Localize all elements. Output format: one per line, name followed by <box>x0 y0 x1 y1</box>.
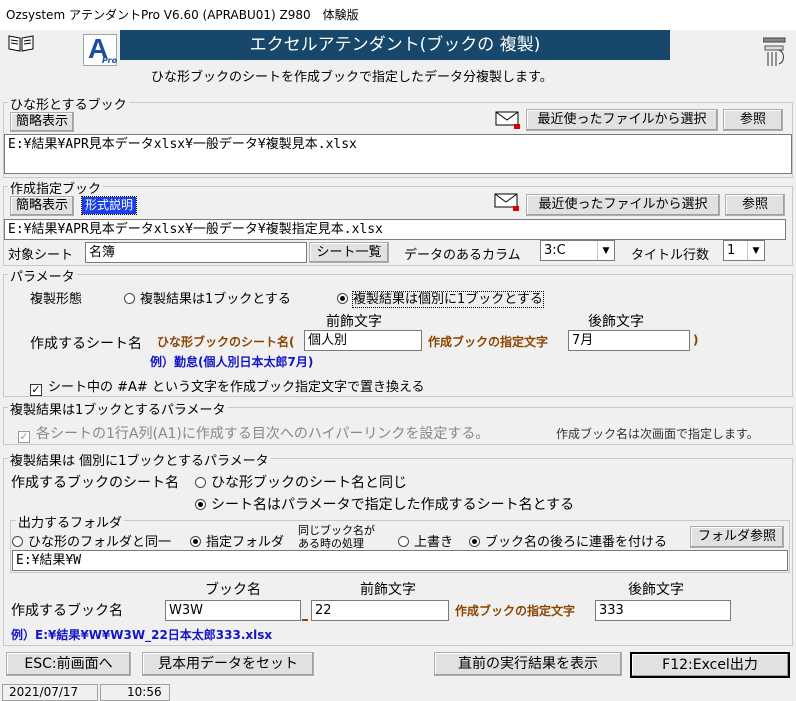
template-short-display-button[interactable]: 簡略表示 <box>10 112 74 132</box>
data-column-value: 3:C <box>544 243 566 258</box>
radio-sheet-param[interactable]: シート名はパラメータで指定した作成するシート名とする <box>195 494 574 514</box>
format-description-button[interactable]: 形式説明 <box>80 196 138 215</box>
radio-each-book-label: 複製結果は個別に1ブックとする <box>352 291 544 308</box>
target-sheet-field[interactable]: 名簿 <box>85 242 307 263</box>
spec-browse-button[interactable]: 参照 <box>725 194 785 216</box>
template-path-field[interactable]: E:¥結果¥APR見本データxlsx¥一般データ¥複製見本.xlsx <box>4 134 792 174</box>
chevron-down-icon[interactable]: ▼ <box>597 241 614 260</box>
radio-button[interactable] <box>195 499 206 510</box>
title-rows-label: タイトル行数 <box>631 248 710 263</box>
output-folder-group-label: 出力するフォルダ <box>16 512 125 531</box>
title-rows-value: 1 <box>727 243 736 258</box>
mail-icon <box>493 191 521 211</box>
status-time: 10:56 <box>100 684 170 701</box>
hyperlink-check-label: 各シートの1行A列(A1)に作成する目次へのハイパーリンクを設定する。 <box>36 426 490 442</box>
last-result-button[interactable]: 直前の実行結果を表示 <box>434 652 622 676</box>
excel-output-button[interactable]: F12:Excel出力 <box>630 652 790 678</box>
spec-recent-file-button[interactable]: 最近使ったファイルから選択 <box>526 194 720 216</box>
template-recent-file-button[interactable]: 最近使ったファイルから選択 <box>526 109 718 131</box>
radio-one-book-label: 複製結果は1ブックとする <box>140 292 291 307</box>
params-group-label: パラメータ <box>8 266 77 285</box>
book-name-header: ブック名 <box>205 582 261 598</box>
radio-button[interactable] <box>190 536 201 547</box>
page-title: エクセルアテンダント(ブックの 複製) <box>120 30 670 60</box>
close-paren: ) <box>693 333 699 347</box>
status-date: 2021/07/17 <box>2 684 98 701</box>
one-book-params-group-label: 複製結果は1ブックとするパラメータ <box>8 399 228 418</box>
underscore-mark <box>302 619 308 621</box>
app-logo: A Pro <box>83 33 118 66</box>
title-rows-select[interactable]: 1 ▼ <box>723 240 765 261</box>
spec-path-field[interactable]: E:¥結果¥APR見本データxlsx¥一般データ¥複製指定見本.xlsx <box>4 219 786 240</box>
book-sheet-label: 作成するブックのシート名 <box>11 475 179 491</box>
same-name-label-2: ある時の処理 <box>298 537 364 550</box>
one-book-note: 作成ブック名は次画面で指定します。 <box>556 427 759 441</box>
dup-mode-label: 複製形態 <box>30 292 83 307</box>
book-name-field[interactable]: W3W <box>165 600 301 621</box>
radio-sheet-param-label: シート名はパラメータで指定した作成するシート名とする <box>211 497 575 513</box>
radio-button[interactable] <box>469 536 480 547</box>
checkbox-checked-icon: ✓ <box>18 430 30 443</box>
radio-same-folder[interactable]: ひな形のフォルダと同一 <box>12 531 171 550</box>
book-suffix-field[interactable]: 333 <box>595 600 731 621</box>
clipboard-icon[interactable] <box>762 34 787 68</box>
radio-serial-label: ブック名の後ろに連番を付ける <box>485 535 668 550</box>
template-sheet-name-text: ひな形ブックのシート名( <box>157 335 295 349</box>
mail-icon <box>494 109 522 129</box>
sheet-name-label: 作成するシート名 <box>30 336 142 352</box>
book-prefix-header: 前飾文字 <box>360 582 416 598</box>
template-browse-button[interactable]: 参照 <box>723 109 783 131</box>
radio-sheet-same[interactable]: ひな形ブックのシート名と同じ <box>195 472 407 492</box>
radio-button[interactable] <box>124 293 135 304</box>
window-title: Ozsystem アテンダントPro V6.60 (APRABU01) Z980… <box>0 0 796 30</box>
radio-one-book[interactable]: 複製結果は1ブックとする <box>124 288 291 307</box>
radio-overwrite[interactable]: 上書き <box>398 531 453 550</box>
book-suffix-header: 後飾文字 <box>628 582 684 598</box>
hyperlink-check: ✓ 各シートの1行A列(A1)に作成する目次へのハイパーリンクを設定する。 <box>18 423 489 443</box>
radio-spec-folder-label: 指定フォルダ <box>206 535 285 550</box>
radio-spec-folder[interactable]: 指定フォルダ <box>190 531 284 550</box>
book-icon[interactable] <box>8 34 34 52</box>
radio-button[interactable] <box>195 477 206 488</box>
sheet-prefix-field[interactable]: 個人別 <box>304 330 422 351</box>
replace-check[interactable]: ✓ シート中の #A# という文字を作成ブック指定文字で置き換える <box>30 376 425 396</box>
chevron-down-icon[interactable]: ▼ <box>747 241 764 260</box>
spec-short-display-button[interactable]: 簡略表示 <box>10 196 74 216</box>
checkbox-checked-icon[interactable]: ✓ <box>30 384 42 396</box>
data-column-select[interactable]: 3:C ▼ <box>540 240 615 261</box>
radio-button[interactable] <box>337 293 348 304</box>
folder-browse-button[interactable]: フォルダ参照 <box>690 526 784 548</box>
template-book-group-label: ひな形とするブック <box>8 94 129 113</box>
radio-each-book[interactable]: 複製結果は個別に1ブックとする <box>337 288 544 308</box>
radio-button[interactable] <box>12 536 23 547</box>
radio-same-folder-label: ひな形のフォルダと同一 <box>28 535 172 550</box>
params-prefix-header: 前飾文字 <box>326 314 382 330</box>
spec-book-group-label: 作成指定ブック <box>8 178 104 197</box>
params-suffix-header: 後飾文字 <box>588 314 644 330</box>
radio-serial[interactable]: ブック名の後ろに連番を付ける <box>469 531 667 550</box>
book-name-example: 例）E:¥結果¥W¥W3W_22日本太郎333.xlsx <box>11 628 273 642</box>
sheet-suffix-field[interactable]: 7月 <box>568 330 690 351</box>
data-column-label: データのあるカラム <box>404 248 521 263</box>
sheet-list-button[interactable]: シート一覧 <box>309 242 389 263</box>
page-title-text: エクセルアテンダント(ブックの 複製) <box>249 35 541 55</box>
radio-button[interactable] <box>398 536 409 547</box>
replace-check-label: シート中の #A# という文字を作成ブック指定文字で置き換える <box>48 380 425 395</box>
sample-data-button[interactable]: 見本用データをセット <box>142 652 314 676</box>
esc-back-button[interactable]: ESC:前画面へ <box>6 652 131 676</box>
create-book-label: 作成するブック名 <box>11 603 123 619</box>
logo-sub: Pro <box>102 56 118 65</box>
each-book-params-group-label: 複製結果は 個別に1ブックとするパラメータ <box>8 450 271 469</box>
sheet-name-example: 例）勤怠(個人別日本太郎7月) <box>150 355 314 369</box>
page-subtitle: ひな形ブックのシートを作成ブックで指定したデータ分複製します。 <box>151 70 553 85</box>
target-sheet-label: 対象シート <box>8 248 74 263</box>
book-spec-text: 作成ブックの指定文字 <box>455 604 576 618</box>
radio-sheet-same-label: ひな形ブックのシート名と同じ <box>211 475 407 491</box>
sheet-spec-text: 作成ブックの指定文字 <box>428 335 549 349</box>
radio-overwrite-label: 上書き <box>414 535 454 550</box>
book-prefix-field[interactable]: 22 <box>311 600 449 621</box>
folder-path-field[interactable]: E:¥結果¥W <box>12 550 788 571</box>
